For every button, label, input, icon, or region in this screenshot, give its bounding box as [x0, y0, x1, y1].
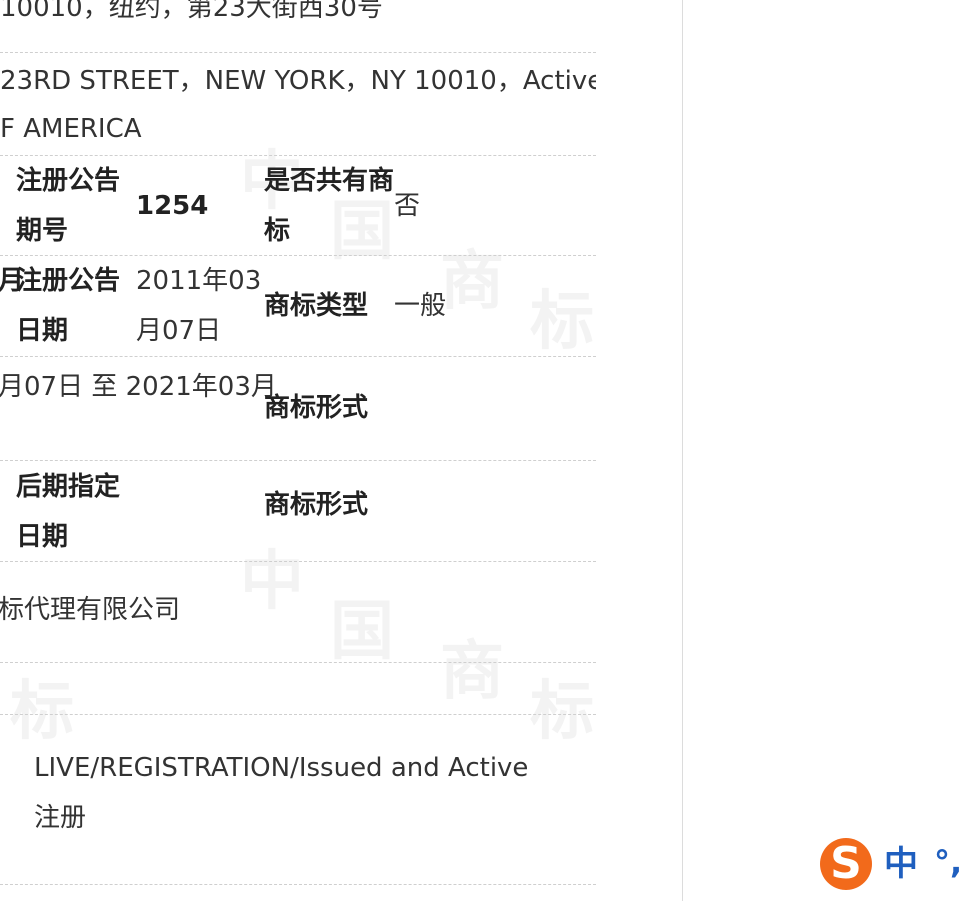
mark-type-value: 一般 — [394, 291, 447, 321]
watermark-char: 标 — [530, 675, 594, 749]
address-en-line2: F AMERICA — [0, 114, 142, 144]
mark-form-label: 商标形式 — [264, 490, 369, 520]
reg-date-value-line1: 2011年03 — [136, 266, 262, 296]
row-divider — [0, 561, 596, 562]
row-divider — [0, 52, 596, 53]
ime-punctuation-toggle[interactable]: °, — [934, 838, 962, 886]
mark-type-label: 商标类型 — [264, 291, 369, 321]
pub-no-value: 1254 — [136, 191, 209, 221]
watermark-char: 中 — [240, 545, 304, 619]
watermark-char: 商 — [440, 635, 504, 709]
reg-date-value-line2: 月07日 — [136, 316, 222, 346]
pub-no-label-line1: 注册公告 — [16, 166, 121, 196]
watermark-char: 标 — [530, 285, 594, 359]
later-designation-label-line1: 后期指定 — [16, 472, 121, 502]
row-divider — [0, 714, 596, 715]
row-divider — [0, 662, 596, 663]
agent-name: 标代理有限公司 — [0, 595, 181, 625]
watermark-char: 标 — [10, 675, 74, 749]
pub-no-label-line2: 期号 — [16, 216, 69, 246]
later-designation-label-line2: 日期 — [16, 522, 69, 552]
watermark-char: 商 — [440, 245, 504, 319]
ime-toolbar[interactable]: S 中 °, — [812, 834, 965, 894]
sogou-logo-icon[interactable]: S — [820, 838, 872, 890]
address-cn: 10010，纽约，第23大街西30号 — [0, 0, 383, 23]
row-divider — [0, 460, 596, 461]
validity-period: 月07日 至 2021年03月 — [0, 372, 277, 402]
mark-form-label: 商标形式 — [264, 393, 369, 423]
reg-date-label-line2: 日期 — [16, 316, 69, 346]
footer-partial-text: ... — [10, 885, 31, 901]
reg-date-label-line1: 注册公告 — [16, 266, 121, 296]
status-line2: 注册 — [34, 803, 87, 833]
ime-language-toggle[interactable]: 中 — [884, 840, 918, 888]
shared-mark-label-line2: 标 — [264, 216, 291, 246]
shared-mark-value: 否 — [394, 191, 421, 221]
trademark-detail-panel: 中 国 商 标 中 国 商 标 标 10010，纽约，第23大街西30号 23R… — [0, 0, 596, 901]
watermark-char: 国 — [330, 595, 394, 669]
shared-mark-label-line1: 是否共有商 — [264, 166, 395, 196]
status-line1: LIVE/REGISTRATION/Issued and Active — [34, 753, 529, 783]
row-divider — [0, 884, 596, 885]
address-en-line1: 23RD STREET，NEW YORK，NY 10010，Active — [0, 66, 596, 96]
row-divider — [0, 356, 596, 357]
right-panel-border — [682, 0, 683, 901]
